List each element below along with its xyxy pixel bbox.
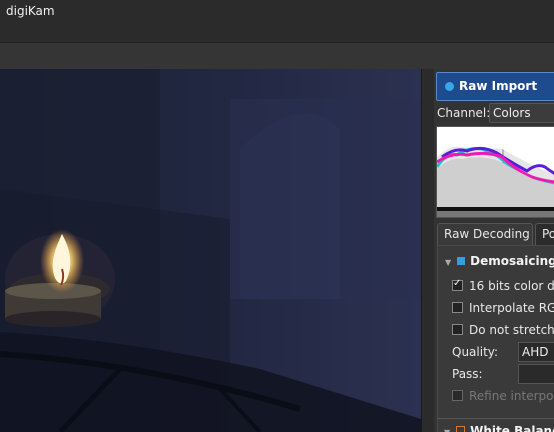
quality-select-value: AHD xyxy=(522,345,549,359)
channel-select[interactable]: Colors xyxy=(489,103,554,123)
toolbar xyxy=(0,42,554,70)
panel-tabs: Raw Decoding Po xyxy=(437,223,554,245)
option-16bit-label: 16 bits color dep xyxy=(469,279,554,293)
pass-spinbox[interactable] xyxy=(518,364,554,384)
option-refine-label: Refine interpola xyxy=(469,389,554,403)
channel-select-value: Colors xyxy=(493,106,531,120)
window-title: digiKam xyxy=(6,4,55,18)
demosaicing-header[interactable]: ▼ Demosaicing xyxy=(445,254,554,268)
panel-splitter[interactable] xyxy=(421,69,435,432)
white-balance-header[interactable]: ▼ White Balance xyxy=(444,424,554,432)
raw-import-title: Raw Import xyxy=(459,79,538,93)
option-do-not-stretch[interactable]: Do not stretch o xyxy=(452,323,554,337)
demosaicing-icon xyxy=(457,257,466,265)
title-bar: digiKam xyxy=(0,0,554,42)
photo-preview xyxy=(0,69,421,432)
raw-import-icon xyxy=(445,82,454,91)
tab-post-processing[interactable]: Po xyxy=(535,223,554,245)
image-canvas[interactable] xyxy=(0,69,421,432)
histogram-graph xyxy=(437,127,554,217)
raw-import-header: Raw Import xyxy=(436,72,554,101)
collapse-arrow-icon: ▼ xyxy=(445,258,452,267)
white-balance-title: White Balance xyxy=(470,424,554,432)
white-balance-section[interactable]: ▼ White Balance xyxy=(437,418,554,432)
quality-select[interactable]: AHD xyxy=(518,342,554,362)
checkbox-interpolate-rgb[interactable] xyxy=(452,302,463,313)
checkbox-do-not-stretch[interactable] xyxy=(452,324,463,335)
option-refine-interpolation: Refine interpola xyxy=(452,389,554,403)
demosaicing-section: ▼ Demosaicing 16 bits color dep Interpola… xyxy=(437,245,554,432)
histogram xyxy=(436,126,554,218)
tab-raw-decoding[interactable]: Raw Decoding xyxy=(437,223,533,245)
white-balance-icon xyxy=(456,426,466,432)
quality-label: Quality: xyxy=(452,345,499,359)
option-do-not-stretch-label: Do not stretch o xyxy=(469,323,554,337)
checkbox-16bit[interactable] xyxy=(452,278,463,291)
option-interpolate-rgb[interactable]: Interpolate RGB xyxy=(452,301,554,315)
raw-import-panel: Raw Import Channel: Colors Raw Decoding … xyxy=(434,69,554,432)
pass-label: Pass: xyxy=(452,367,483,381)
checkbox-refine-interpolation xyxy=(452,390,463,401)
option-16bit[interactable]: 16 bits color dep xyxy=(452,278,554,293)
demosaicing-title: Demosaicing xyxy=(470,254,554,268)
channel-label: Channel: xyxy=(437,106,491,120)
option-interpolate-rgb-label: Interpolate RGB xyxy=(469,301,554,315)
collapse-arrow-icon: ▼ xyxy=(444,428,450,432)
